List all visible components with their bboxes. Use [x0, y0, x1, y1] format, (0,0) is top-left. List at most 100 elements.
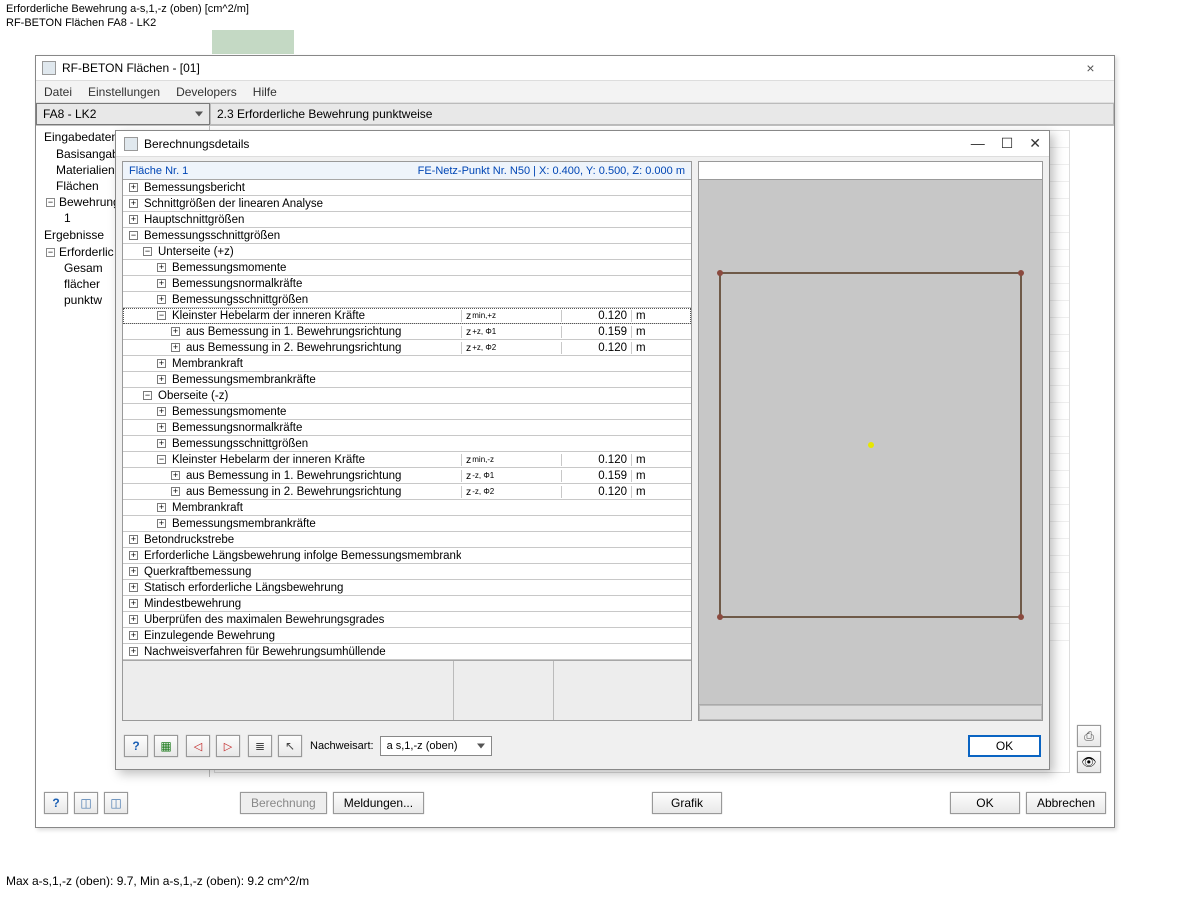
- preview-topstrip: [699, 162, 1042, 180]
- tree-row[interactable]: +Erforderliche Längsbewehrung infolge Be…: [123, 548, 691, 564]
- plus-icon[interactable]: +: [157, 359, 166, 368]
- plus-icon[interactable]: +: [129, 551, 138, 560]
- plus-icon[interactable]: +: [171, 343, 180, 352]
- tree-row[interactable]: +Bemessungsbericht: [123, 180, 691, 196]
- tree-row[interactable]: +aus Bemessung in 2. Bewehrungsrichtungz…: [123, 340, 691, 356]
- print-button[interactable]: [1077, 725, 1101, 747]
- tree-row[interactable]: −Kleinster Hebelarm der inneren Kräftezm…: [123, 452, 691, 468]
- tree-row[interactable]: +Bemessungsmomente: [123, 404, 691, 420]
- preview-panel[interactable]: [698, 161, 1043, 721]
- list-button[interactable]: [248, 735, 272, 757]
- plus-icon[interactable]: +: [157, 407, 166, 416]
- plus-icon[interactable]: +: [129, 599, 138, 608]
- plus-icon[interactable]: +: [129, 215, 138, 224]
- tree-row[interactable]: +Membrankraft: [123, 500, 691, 516]
- tree-row[interactable]: +Bemessungsmomente: [123, 260, 691, 276]
- next-button[interactable]: [216, 735, 240, 757]
- tree-row[interactable]: +Bemessungsnormalkräfte: [123, 420, 691, 436]
- tree-row[interactable]: +aus Bemessung in 2. Bewehrungsrichtungz…: [123, 484, 691, 500]
- minus-icon[interactable]: −: [129, 231, 138, 240]
- nachweisart-select[interactable]: a s,1,-z (oben): [380, 736, 492, 756]
- excel-button[interactable]: [154, 735, 178, 757]
- minus-icon[interactable]: −: [157, 455, 166, 464]
- close-icon[interactable]: ✕: [1029, 135, 1041, 152]
- tree-row[interactable]: −Bemessungsschnittgrößen: [123, 228, 691, 244]
- menu-hilfe[interactable]: Hilfe: [253, 85, 277, 99]
- tree-row[interactable]: +Bemessungsschnittgrößen: [123, 292, 691, 308]
- tree-row[interactable]: −Oberseite (-z): [123, 388, 691, 404]
- tree-row[interactable]: +aus Bemessung in 1. Bewehrungsrichtungz…: [123, 468, 691, 484]
- plus-icon[interactable]: +: [157, 279, 166, 288]
- eye-icon: [1081, 755, 1096, 769]
- case-select[interactable]: FA8 - LK2: [36, 103, 210, 125]
- plus-icon[interactable]: +: [129, 647, 138, 656]
- abbrechen-button[interactable]: Abbrechen: [1026, 792, 1106, 814]
- plus-icon[interactable]: +: [157, 295, 166, 304]
- tree-row[interactable]: +Mindestbewehrung: [123, 596, 691, 612]
- symbol-cell: z-z, Φ1: [461, 470, 561, 482]
- menu-einstellungen[interactable]: Einstellungen: [88, 85, 160, 99]
- plus-icon[interactable]: +: [129, 535, 138, 544]
- menu-developers[interactable]: Developers: [176, 85, 237, 99]
- tree-row[interactable]: +Querkraftbemessung: [123, 564, 691, 580]
- tree-row-label: Einzulegende Bewehrung: [142, 630, 461, 642]
- plus-icon[interactable]: +: [129, 199, 138, 208]
- tree-row[interactable]: +Betondruckstrebe: [123, 532, 691, 548]
- tree-row[interactable]: +Membrankraft: [123, 356, 691, 372]
- prev-button[interactable]: [186, 735, 210, 757]
- plus-icon[interactable]: +: [157, 519, 166, 528]
- plus-icon[interactable]: +: [129, 615, 138, 624]
- plus-icon[interactable]: +: [157, 423, 166, 432]
- plus-icon[interactable]: +: [157, 439, 166, 448]
- meldungen-button[interactable]: Meldungen...: [333, 792, 424, 814]
- minus-icon[interactable]: −: [157, 311, 166, 320]
- tool-button-2[interactable]: [104, 792, 128, 814]
- plus-icon[interactable]: +: [157, 503, 166, 512]
- tree-row[interactable]: +Hauptschnittgrößen: [123, 212, 691, 228]
- view-button[interactable]: [1077, 751, 1101, 773]
- tree-row[interactable]: +Bemessungsnormalkräfte: [123, 276, 691, 292]
- tree-row[interactable]: +Statisch erforderliche Längsbewehrung: [123, 580, 691, 596]
- tree-row[interactable]: −Kleinster Hebelarm der inneren Kräftezm…: [123, 308, 691, 324]
- minus-icon[interactable]: −: [46, 198, 55, 207]
- plus-icon[interactable]: +: [171, 471, 180, 480]
- unit-cell: m: [631, 470, 691, 482]
- plus-icon[interactable]: +: [129, 183, 138, 192]
- grafik-button[interactable]: Grafik: [652, 792, 722, 814]
- help-button[interactable]: [44, 792, 68, 814]
- plus-icon[interactable]: +: [129, 631, 138, 640]
- minus-icon[interactable]: −: [143, 247, 152, 256]
- ok-button[interactable]: OK: [950, 792, 1020, 814]
- plus-icon[interactable]: +: [157, 263, 166, 272]
- minus-icon[interactable]: −: [143, 391, 152, 400]
- plus-icon[interactable]: +: [171, 487, 180, 496]
- menu-datei[interactable]: Datei: [44, 85, 72, 99]
- tree-row[interactable]: +Nachweisverfahren für Bewehrungsumhülle…: [123, 644, 691, 660]
- dialog-titlebar[interactable]: Berechnungsdetails — ☐ ✕: [116, 131, 1049, 157]
- pick-button[interactable]: [278, 735, 302, 757]
- close-icon[interactable]: ×: [1073, 60, 1108, 76]
- tree-row[interactable]: +aus Bemessung in 1. Bewehrungsrichtungz…: [123, 324, 691, 340]
- tree-row[interactable]: +Bemessungsschnittgrößen: [123, 436, 691, 452]
- maximize-icon[interactable]: ☐: [1001, 135, 1014, 152]
- plus-icon[interactable]: +: [129, 567, 138, 576]
- dialog-ok-button[interactable]: OK: [968, 735, 1041, 757]
- tree-row[interactable]: −Unterseite (+z): [123, 244, 691, 260]
- help-button[interactable]: [124, 735, 148, 757]
- tree-row[interactable]: +Bemessungsmembrankräfte: [123, 516, 691, 532]
- tree-row[interactable]: +Überprüfen des maximalen Bewehrungsgrad…: [123, 612, 691, 628]
- tree-row[interactable]: +Schnittgrößen der linearen Analyse: [123, 196, 691, 212]
- tree-row[interactable]: +Bemessungsmembrankräfte: [123, 372, 691, 388]
- tree-row-label: aus Bemessung in 1. Bewehrungsrichtung: [184, 326, 461, 338]
- tool-button-1[interactable]: [74, 792, 98, 814]
- plus-icon[interactable]: +: [157, 375, 166, 384]
- plus-icon[interactable]: +: [171, 327, 180, 336]
- preview-scrollbar[interactable]: [699, 704, 1042, 720]
- minus-icon[interactable]: −: [46, 248, 55, 257]
- minimize-icon[interactable]: —: [971, 135, 985, 152]
- berechnung-button[interactable]: Berechnung: [240, 792, 327, 814]
- tree-row[interactable]: + Einzulegende Bewehrung: [123, 628, 691, 644]
- main-titlebar[interactable]: RF-BETON Flächen - [01] ×: [36, 56, 1114, 81]
- plus-icon[interactable]: +: [129, 583, 138, 592]
- header-line-1: Erforderliche Bewehrung a-s,1,-z (oben) …: [6, 2, 249, 16]
